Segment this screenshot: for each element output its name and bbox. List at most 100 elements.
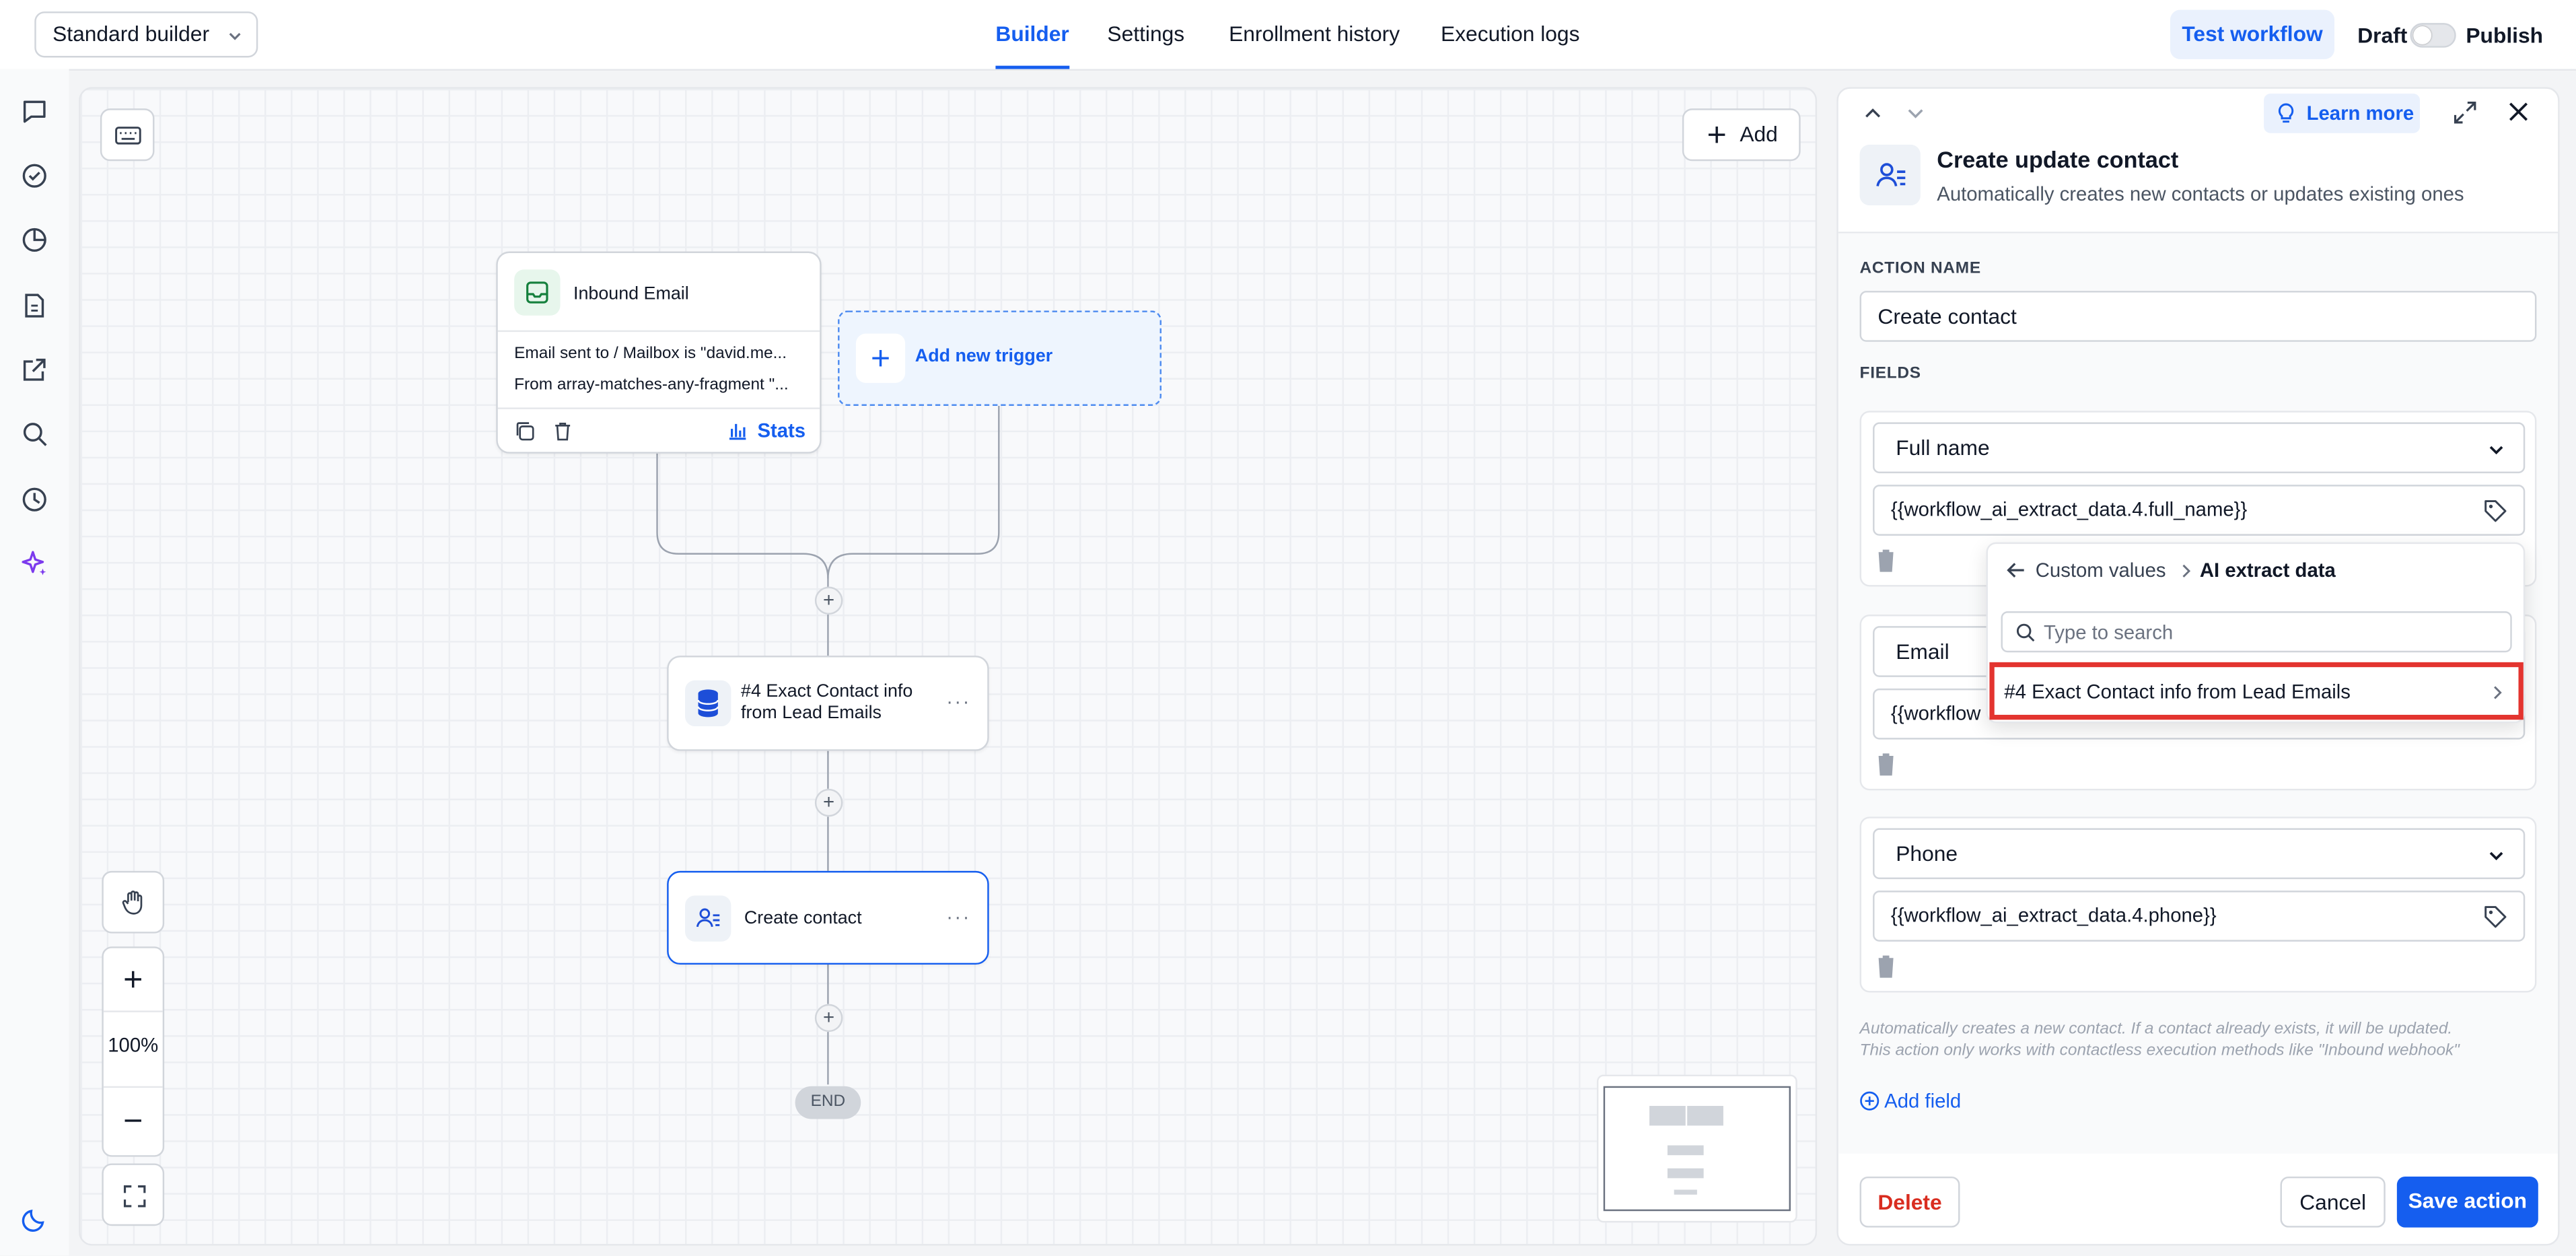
add-field-label: Add field	[1884, 1089, 1962, 1113]
help-note-line-2: This action only works with contactless …	[1859, 1041, 2460, 1060]
trigger-node-inbound-email[interactable]: Inbound Email Email sent to / Mailbox is…	[496, 251, 822, 454]
minimap-node	[1649, 1105, 1686, 1126]
tab-enrollment-history-label: Enrollment history	[1229, 21, 1400, 46]
cancel-button[interactable]: Cancel	[2280, 1176, 2386, 1228]
user-list-icon	[1859, 144, 1921, 206]
tag-icon[interactable]	[2482, 904, 2509, 930]
learn-more-button[interactable]: Learn more	[2264, 94, 2421, 133]
field-name-select[interactable]: Phone	[1873, 828, 2526, 880]
keyboard-shortcuts-button[interactable]	[100, 108, 155, 162]
history-icon[interactable]	[20, 485, 49, 514]
publish-toggle[interactable]	[2410, 23, 2456, 48]
bar-chart-icon	[729, 423, 746, 440]
action-name-label: ACTION NAME	[1859, 259, 1981, 278]
tab-settings[interactable]: Settings	[1107, 0, 1184, 69]
chevron-up-icon[interactable]	[1863, 104, 1882, 123]
minimap-node	[1687, 1105, 1723, 1126]
minus-icon	[124, 1119, 141, 1122]
field-name-value: Email	[1896, 639, 1949, 664]
action-name-input[interactable]: Create contact	[1859, 291, 2537, 342]
field-value-input[interactable]: {{workflow_ai_extract_data.4.phone}}	[1873, 891, 2526, 942]
tab-builder[interactable]: Builder	[995, 0, 1069, 69]
save-action-button[interactable]: Save action	[2396, 1176, 2538, 1228]
document-icon[interactable]	[20, 291, 49, 320]
check-circle-icon[interactable]	[20, 161, 49, 190]
moon-icon[interactable]	[20, 1204, 49, 1234]
node-menu-icon[interactable]: ···	[946, 905, 971, 928]
field-value-text: {{workflow	[1890, 701, 1981, 725]
divider	[103, 1010, 163, 1012]
chevron-right-icon	[2182, 564, 2191, 578]
plus-icon	[124, 971, 141, 988]
plus-icon	[1708, 126, 1725, 143]
insert-step-button[interactable]: +	[814, 586, 843, 615]
tab-builder-label: Builder	[995, 21, 1069, 46]
help-note-line-1: Automatically creates a new contact. If …	[1859, 1020, 2453, 1039]
external-link-icon[interactable]	[20, 355, 49, 384]
add-field-button[interactable]: Add field	[1860, 1089, 1962, 1113]
stats-label: Stats	[757, 419, 806, 442]
fit-view-button[interactable]	[102, 1163, 165, 1226]
zoom-out-button[interactable]	[104, 1090, 163, 1156]
publish-label: Publish	[2466, 23, 2544, 48]
left-rail	[0, 69, 69, 1256]
action-node-create-contact[interactable]: Create contact ···	[667, 870, 989, 965]
arrow-left-icon[interactable]	[2006, 560, 2026, 580]
tab-execution-logs-label: Execution logs	[1441, 21, 1580, 46]
active-tab-indicator	[995, 65, 1069, 69]
tab-execution-logs[interactable]: Execution logs	[1441, 0, 1579, 69]
database-icon	[685, 680, 731, 727]
trigger-filter-line-2: From array-matches-any-fragment "...	[514, 376, 789, 394]
zoom-controls: 100%	[102, 946, 165, 1157]
trash-icon[interactable]	[1875, 953, 1898, 979]
hand-icon	[122, 891, 143, 915]
field-value-input[interactable]: {{workflow_ai_extract_data.4.full_name}}	[1873, 485, 2526, 536]
chevron-down-icon	[2489, 446, 2503, 455]
field-name-value: Full name	[1896, 435, 1990, 460]
divider	[497, 330, 820, 333]
delete-button[interactable]: Delete	[1859, 1176, 1960, 1228]
chat-icon[interactable]	[20, 97, 49, 127]
workflow-canvas[interactable]: Add Inbound Email Email sent to / Mailbo…	[79, 87, 1818, 1246]
trash-icon[interactable]	[1875, 547, 1898, 573]
panel-header: Learn more Create update contact Automat…	[1838, 88, 2559, 234]
test-workflow-button[interactable]: Test workflow	[2170, 9, 2335, 59]
trash-icon[interactable]	[1875, 751, 1898, 777]
add-node-button[interactable]: Add	[1682, 108, 1801, 162]
minimap[interactable]	[1596, 1074, 1797, 1223]
chevron-down-icon	[2489, 851, 2503, 861]
tab-settings-label: Settings	[1107, 21, 1185, 46]
close-icon[interactable]	[2507, 100, 2530, 123]
search-icon[interactable]	[20, 419, 49, 449]
pan-mode-button[interactable]	[102, 870, 165, 934]
trigger-filter-line-1: Email sent to / Mailbox is "david.me...	[514, 345, 787, 363]
node-menu-icon[interactable]: ···	[946, 690, 971, 713]
plus-icon	[855, 333, 906, 383]
pie-chart-icon[interactable]	[20, 225, 49, 254]
zoom-in-button[interactable]	[104, 948, 163, 1011]
chevron-down-icon[interactable]	[1906, 104, 1925, 123]
sparkles-icon[interactable]	[20, 549, 49, 578]
tag-icon[interactable]	[2482, 498, 2509, 524]
keyboard-icon	[115, 127, 141, 145]
chevron-down-icon	[229, 32, 241, 40]
maximize-icon[interactable]	[2453, 100, 2478, 125]
custom-values-search-input[interactable]: Type to search	[2001, 611, 2512, 653]
breadcrumb-current: AI extract data	[2199, 559, 2336, 582]
panel-subtitle: Automatically creates new contacts or up…	[1937, 182, 2464, 206]
user-list-icon	[685, 895, 731, 942]
highlight-box	[1989, 662, 2524, 720]
add-new-trigger[interactable]: Add new trigger	[838, 310, 1161, 407]
insert-step-button[interactable]: +	[814, 788, 843, 817]
insert-step-button[interactable]: +	[814, 1004, 843, 1033]
tab-enrollment-history[interactable]: Enrollment history	[1229, 0, 1400, 69]
action-node-extract-contact[interactable]: #4 Exact Contact info from Lead Emails ·…	[667, 656, 989, 751]
builder-type-label: Standard builder	[52, 21, 210, 46]
field-name-select[interactable]: Full name	[1873, 422, 2526, 474]
breadcrumb-root[interactable]: Custom values	[2036, 559, 2166, 582]
trash-icon[interactable]	[552, 421, 573, 442]
copy-icon[interactable]	[514, 421, 536, 442]
field-value-text: {{workflow_ai_extract_data.4.full_name}}	[1890, 497, 2248, 521]
builder-type-select[interactable]: Standard builder	[34, 11, 258, 58]
stats-button[interactable]: Stats	[727, 419, 806, 442]
